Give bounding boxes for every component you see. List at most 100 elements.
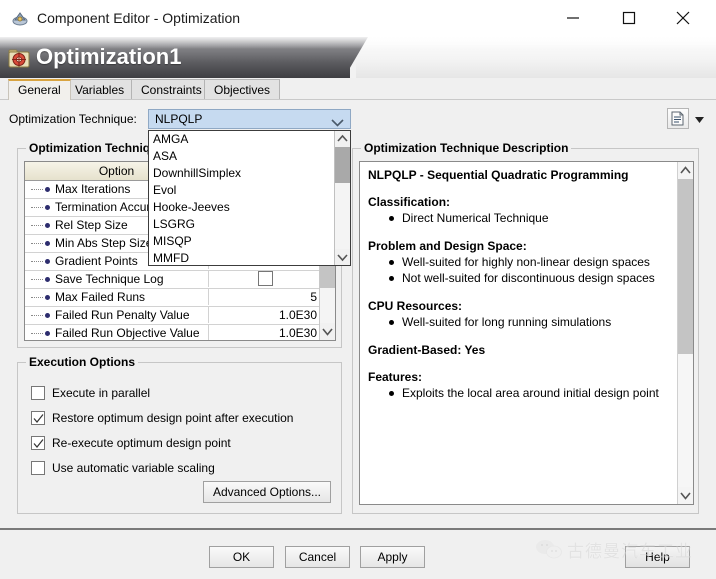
dropdown-item-asa[interactable]: ASA [149, 148, 350, 165]
tree-connector-icon [31, 315, 43, 317]
component-editor-window: Component Editor - Optimization [0, 0, 716, 579]
description-scrollbar-thumb[interactable] [678, 179, 693, 354]
description-content: NLPQLP - Sequential Quadratic Programmin… [360, 162, 677, 504]
table-row[interactable]: Failed Run Penalty Value 1.0E30 [25, 307, 335, 325]
checkbox-label: Use automatic variable scaling [52, 460, 215, 476]
execution-group-title: Execution Options [26, 355, 138, 369]
bullet-icon [45, 259, 50, 264]
option-name: Gradient Points [55, 254, 138, 268]
optimization-technique-combobox[interactable]: NLPQLP [148, 109, 351, 129]
option-value[interactable]: 1.0E30 [209, 307, 321, 323]
close-button[interactable] [660, 0, 706, 36]
page-title: Optimization1 [36, 44, 181, 70]
description-bullet: Well-suited for highly non-linear design… [402, 255, 669, 270]
execution-options-group: Execution Options Execute in parallel Re… [17, 362, 342, 514]
cancel-button[interactable]: Cancel [285, 546, 350, 568]
option-name: Max Iterations [55, 182, 130, 196]
tree-connector-icon [31, 243, 43, 245]
title-bar: Component Editor - Optimization [0, 0, 716, 38]
tree-connector-icon [31, 297, 43, 299]
scroll-down-icon[interactable] [678, 487, 693, 504]
component-editor-icon [12, 10, 29, 27]
tree-connector-icon [31, 261, 43, 263]
tree-connector-icon [31, 333, 43, 335]
option-value[interactable]: 5 [209, 289, 321, 305]
dropdown-item-misqp[interactable]: MISQP [149, 233, 350, 250]
bullet-icon [45, 295, 50, 300]
dropdown-item-evol[interactable]: Evol [149, 182, 350, 199]
advanced-options-button[interactable]: Advanced Options... [203, 481, 331, 503]
dropdown-scrollbar[interactable] [334, 131, 350, 265]
description-heading: NLPQLP - Sequential Quadratic Programmin… [368, 168, 669, 182]
option-name: Failed Run Penalty Value [55, 308, 190, 322]
scroll-up-icon[interactable] [678, 162, 693, 179]
tab-general[interactable]: General [8, 79, 71, 100]
ok-button[interactable]: OK [209, 546, 274, 568]
bullet-icon [45, 187, 50, 192]
use-automatic-variable-scaling-checkbox[interactable] [31, 461, 45, 475]
description-scrollbar[interactable] [677, 162, 693, 504]
checkbox-label: Execute in parallel [52, 385, 150, 401]
dropdown-item-downhillsimplex[interactable]: DownhillSimplex [149, 165, 350, 182]
minimize-button[interactable] [550, 0, 596, 36]
maximize-button[interactable] [606, 0, 652, 36]
header-banner: Optimization1 [0, 37, 716, 78]
dropdown-item-amga[interactable]: AMGA [149, 131, 350, 148]
option-value[interactable]: 1.0E30 [209, 325, 321, 341]
checkbox-label: Restore optimum design point after execu… [52, 410, 293, 426]
tree-connector-icon [31, 207, 43, 209]
re-execute-optimum-design-point-checkbox[interactable] [31, 436, 45, 450]
bullet-icon [45, 223, 50, 228]
description-bullet: Well-suited for long running simulations [402, 315, 669, 330]
optimization-technique-dropdown-list[interactable]: AMGA ASA DownhillSimplex Evol Hooke-Jeev… [148, 130, 351, 266]
description-bullet: Direct Numerical Technique [402, 211, 669, 226]
tab-constraints[interactable]: Constraints [131, 79, 212, 100]
execute-in-parallel-checkbox[interactable] [31, 386, 45, 400]
save-technique-log-checkbox[interactable] [258, 271, 273, 286]
tab-bar: General Variables Constraints Objectives [0, 78, 716, 100]
scroll-down-icon[interactable] [320, 323, 335, 340]
optimization-technique-label: Optimization Technique: [9, 112, 137, 126]
tab-objectives[interactable]: Objectives [204, 79, 280, 100]
optimization-technique-value: NLPQLP [155, 112, 202, 126]
table-row[interactable]: Max Failed Runs 5 [25, 289, 335, 307]
table-row[interactable]: Save Technique Log [25, 271, 335, 289]
bullet-icon [45, 241, 50, 246]
chevron-down-icon [331, 116, 344, 130]
tab-variables[interactable]: Variables [65, 79, 134, 100]
document-icon-button[interactable] [667, 108, 689, 129]
description-section-heading-features: Features: [368, 370, 669, 384]
dialog-footer: OK Cancel Apply Help [0, 530, 716, 579]
window-title: Component Editor - Optimization [37, 10, 240, 26]
scroll-up-icon[interactable] [335, 131, 350, 147]
optimization-target-folder-icon [8, 47, 30, 69]
bullet-icon [45, 277, 50, 282]
option-name: Max Failed Runs [55, 290, 145, 304]
restore-optimum-design-point-checkbox[interactable] [31, 411, 45, 425]
apply-button[interactable]: Apply [360, 546, 425, 568]
option-name: Min Abs Step Size [55, 236, 152, 250]
description-bullet-list: Well-suited for highly non-linear design… [368, 255, 669, 286]
description-panel: NLPQLP - Sequential Quadratic Programmin… [359, 161, 694, 505]
dropdown-scrollbar-thumb[interactable] [335, 147, 350, 183]
bullet-icon [45, 331, 50, 336]
option-name: Rel Step Size [55, 218, 128, 232]
dropdown-item-lsgrg[interactable]: LSGRG [149, 216, 350, 233]
description-section-heading-problem-design-space: Problem and Design Space: [368, 239, 669, 253]
description-section-heading-classification: Classification: [368, 195, 669, 209]
table-row[interactable]: Failed Run Objective Value 1.0E30 [25, 325, 335, 341]
checkbox-label: Re-execute optimum design point [52, 435, 231, 451]
description-gradient-based: Gradient-Based: Yes [368, 343, 669, 357]
tree-connector-icon [31, 279, 43, 281]
document-dropdown-button[interactable] [691, 108, 707, 129]
description-bullet-list: Direct Numerical Technique [368, 211, 669, 226]
tree-connector-icon [31, 189, 43, 191]
scroll-down-icon[interactable] [335, 249, 350, 265]
description-group-title: Optimization Technique Description [361, 141, 571, 155]
tree-connector-icon [31, 225, 43, 227]
help-button[interactable]: Help [625, 546, 690, 568]
description-bullet-list: Well-suited for long running simulations [368, 315, 669, 330]
dropdown-item-hooke-jeeves[interactable]: Hooke-Jeeves [149, 199, 350, 216]
optimization-technique-description-group: Optimization Technique Description NLPQL… [352, 148, 699, 514]
dropdown-item-mmfd[interactable]: MMFD [149, 250, 350, 266]
